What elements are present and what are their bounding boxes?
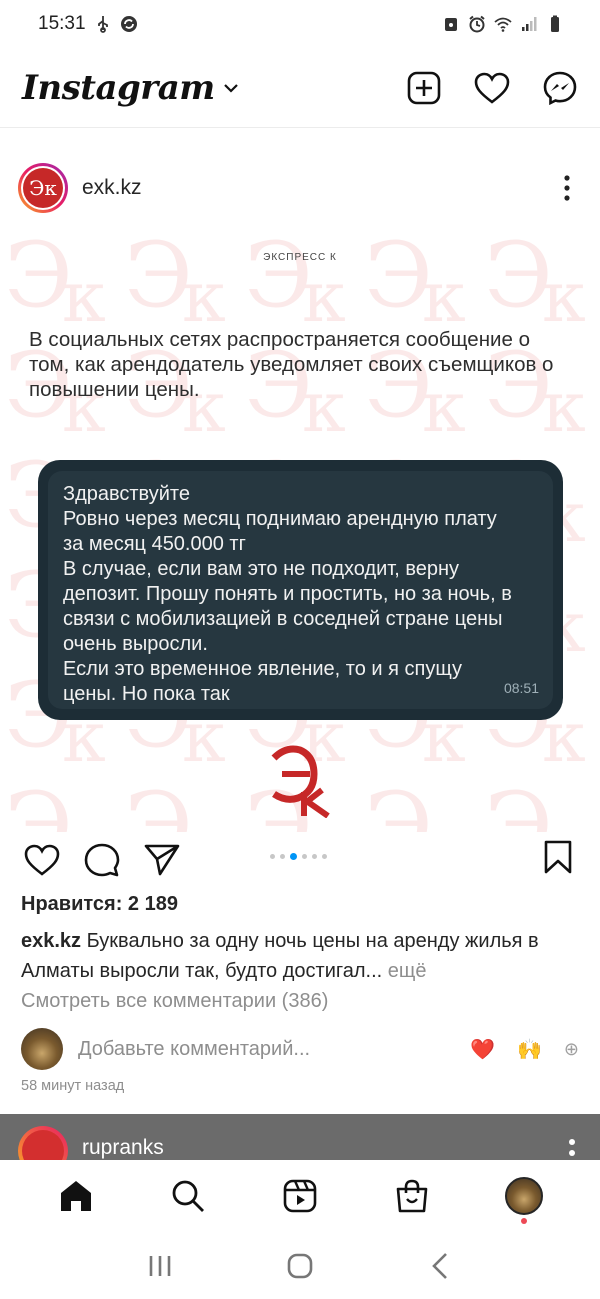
- caption-text: Буквально за одну ночь цены на аренду жи…: [21, 930, 539, 982]
- carousel-dot: [302, 854, 307, 859]
- brand-small-label: ЭКСПРЕСС К: [263, 252, 337, 263]
- new-post-button[interactable]: [406, 70, 442, 106]
- message-line: очень выросли.: [63, 633, 208, 655]
- message-line: цены. Но пока так: [63, 683, 230, 705]
- status-right: [442, 15, 564, 33]
- recent-apps-icon: [149, 1255, 171, 1276]
- like-button[interactable]: [22, 840, 62, 880]
- comment-input[interactable]: Добавьте комментарий...: [78, 1038, 310, 1061]
- recent-apps-button[interactable]: [140, 1246, 180, 1286]
- sync-icon: [120, 16, 137, 32]
- status-bar: 15:31: [0, 0, 600, 48]
- post-header: Эк exk.kz: [0, 150, 600, 226]
- next-post-username[interactable]: rupranks: [82, 1136, 164, 1160]
- message-body: Здравствуйте Ровно через месяц поднимаю …: [48, 471, 553, 709]
- message-line: Если это временное явление, то и я спущу: [63, 658, 463, 680]
- caption-username[interactable]: exk.kz: [21, 930, 81, 952]
- bookmark-icon: [544, 840, 572, 874]
- home-button[interactable]: [280, 1246, 320, 1286]
- avatar-logo: Эк: [23, 168, 63, 208]
- message-line: депозит. Прошу понять и простить, но за …: [63, 583, 512, 605]
- carousel-indicator: [270, 853, 327, 860]
- carousel-dot: [312, 854, 317, 859]
- more-vertical-icon[interactable]: [568, 1138, 576, 1160]
- header-actions: [406, 70, 578, 106]
- instagram-logo: Instagram: [22, 67, 215, 108]
- battery-icon: [551, 15, 559, 32]
- profile-avatar: [505, 1177, 543, 1215]
- carousel-dot: [270, 854, 275, 859]
- logo-switcher[interactable]: Instagram: [22, 68, 239, 108]
- carousel-dot: [280, 854, 285, 859]
- post-caption: exk.kz Буквально за одну ночь цены на ар…: [21, 926, 576, 986]
- status-left: 15:31: [38, 13, 138, 35]
- app-header: Instagram: [0, 48, 600, 128]
- shop-icon: [396, 1179, 428, 1213]
- nav-shop-button[interactable]: [390, 1174, 434, 1218]
- post-actions: [0, 838, 600, 882]
- carousel-dot: [322, 854, 327, 859]
- message-line: за месяц 450.000 тг: [63, 533, 246, 555]
- add-comment-row: Добавьте комментарий... ❤️ 🙌 ⊕: [0, 1026, 600, 1072]
- nav-home-button[interactable]: [54, 1174, 98, 1218]
- message-line: связи с мобилизацией в соседней стране ц…: [63, 608, 503, 630]
- activity-button[interactable]: [474, 70, 510, 106]
- wifi-icon: [494, 17, 512, 32]
- reels-icon: [283, 1179, 317, 1213]
- post-username[interactable]: exk.kz: [82, 176, 142, 200]
- chevron-down-icon: [223, 83, 238, 93]
- add-emoji-button[interactable]: ⊕: [564, 1039, 579, 1060]
- share-button[interactable]: [142, 840, 182, 880]
- message-line: В случае, если вам это не подходит, верн…: [63, 558, 460, 580]
- nav-reels-button[interactable]: [278, 1174, 322, 1218]
- message-screenshot: Здравствуйте Ровно через месяц поднимаю …: [38, 460, 563, 720]
- quick-reactions: ❤️ 🙌 ⊕: [470, 1037, 579, 1062]
- bottom-nav: [0, 1160, 600, 1232]
- save-button[interactable]: [543, 840, 575, 876]
- post-intro-text: В социальных сетях распространяется сооб…: [29, 328, 554, 401]
- home-icon: [61, 1181, 91, 1211]
- search-icon: [172, 1180, 204, 1212]
- send-icon: [144, 844, 180, 876]
- raised-hands-emoji-button[interactable]: 🙌: [517, 1037, 542, 1062]
- nfc-icon: [445, 18, 457, 31]
- likes-count[interactable]: Нравится: 2 189: [21, 893, 178, 916]
- message-line: Ровно через месяц поднимаю арендную плат…: [63, 508, 497, 530]
- brand-logo-icon: [271, 745, 330, 818]
- nav-profile-button[interactable]: [502, 1174, 546, 1224]
- system-nav: [0, 1232, 600, 1299]
- alarm-icon: [469, 15, 485, 33]
- home-button-icon: [287, 1253, 313, 1278]
- back-icon: [432, 1252, 447, 1279]
- next-post-avatar[interactable]: [18, 1126, 68, 1160]
- status-time: 15:31: [38, 13, 86, 34]
- signal-icon: [522, 17, 537, 31]
- comment-button[interactable]: [82, 840, 122, 880]
- view-comments-link[interactable]: Смотреть все комментарии (386): [21, 990, 328, 1013]
- next-post-header: rupranks: [0, 1114, 600, 1160]
- more-vertical-icon: [564, 175, 570, 201]
- carousel-dot-active: [290, 853, 297, 860]
- new-post-icon: [407, 71, 441, 104]
- message-line: Здравствуйте: [63, 483, 190, 505]
- nav-search-button[interactable]: [166, 1174, 210, 1218]
- usb-icon: [97, 16, 108, 33]
- comment-icon: [84, 843, 120, 877]
- messenger-button[interactable]: [542, 70, 578, 106]
- message-time: 08:51: [503, 680, 539, 696]
- user-avatar: [21, 1028, 63, 1070]
- post-options-button[interactable]: [552, 168, 582, 208]
- back-button[interactable]: [420, 1246, 460, 1286]
- heart-icon: [24, 844, 60, 876]
- post-timestamp: 58 минут назад: [21, 1078, 125, 1094]
- notification-dot: [521, 1218, 527, 1224]
- post-avatar[interactable]: Эк: [18, 163, 68, 213]
- heart-emoji-button[interactable]: ❤️: [470, 1037, 495, 1062]
- heart-icon: [474, 72, 510, 104]
- messenger-icon: [543, 71, 577, 105]
- caption-more-link[interactable]: ещё: [382, 960, 427, 982]
